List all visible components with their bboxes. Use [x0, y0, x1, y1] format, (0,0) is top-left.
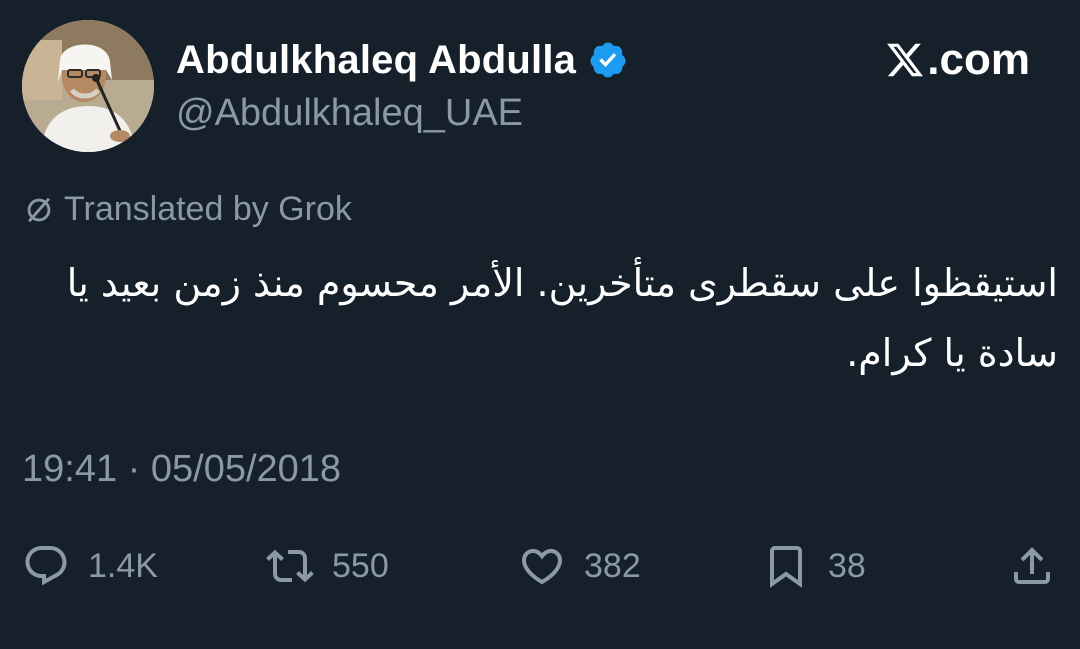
heart-icon [518, 542, 566, 590]
reply-icon [22, 542, 70, 590]
like-button[interactable]: 382 [518, 536, 641, 596]
retweet-icon [266, 542, 314, 590]
translation-label: Translated by Grok [64, 190, 352, 228]
tweet-card: Abdulkhaleq Abdulla @Abdulkhaleq_UAE .co… [0, 0, 1080, 649]
avatar[interactable] [22, 20, 154, 152]
retweet-count: 550 [332, 546, 389, 585]
translation-notice[interactable]: Translated by Grok [22, 190, 352, 229]
bookmark-icon [762, 542, 810, 590]
translate-icon [22, 193, 56, 227]
retweet-button[interactable]: 550 [266, 536, 389, 596]
author-handle[interactable]: @Abdulkhaleq_UAE [176, 92, 523, 135]
x-logo-icon [885, 40, 925, 80]
brand-text: .com [927, 35, 1030, 84]
verified-badge-icon [588, 40, 628, 80]
avatar-image [22, 20, 154, 152]
share-icon [1008, 542, 1056, 590]
like-count: 382 [584, 546, 641, 585]
action-bar: 1.4K 550 382 38 [0, 536, 1080, 596]
tweet-text: استيقظوا على سقطرى متأخرين. الأمر محسوم … [66, 261, 1058, 375]
author-display-name[interactable]: Abdulkhaleq Abdulla [176, 38, 576, 83]
bookmark-count: 38 [828, 546, 866, 585]
tweet-timestamp[interactable]: 19:41 · 05/05/2018 [22, 448, 341, 491]
share-button[interactable] [1008, 536, 1056, 596]
author-name-row[interactable]: Abdulkhaleq Abdulla [176, 36, 628, 84]
reply-button[interactable]: 1.4K [22, 536, 158, 596]
brand-label: .com [885, 35, 1030, 84]
reply-count: 1.4K [88, 546, 158, 585]
bookmark-button[interactable]: 38 [762, 536, 866, 596]
